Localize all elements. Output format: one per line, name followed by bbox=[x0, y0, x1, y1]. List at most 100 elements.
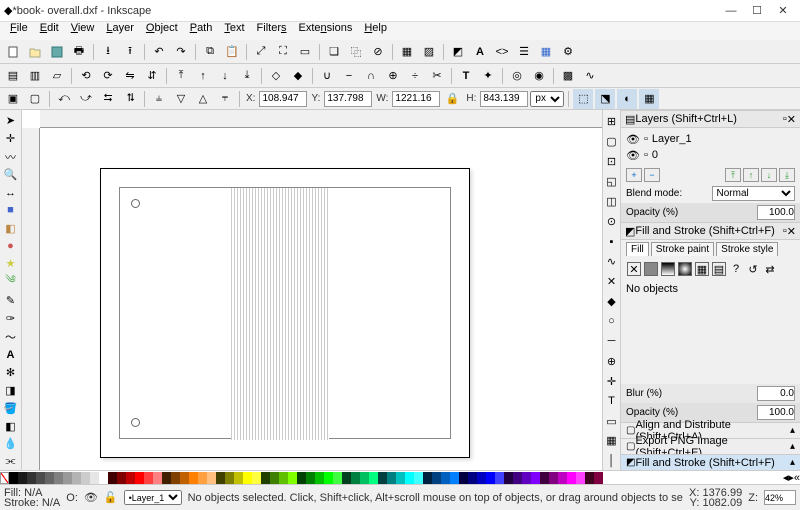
zoom-sel-icon[interactable]: ⤢ bbox=[251, 42, 271, 62]
lower-one-icon[interactable]: ▽ bbox=[171, 89, 191, 109]
layer-row[interactable]: 👁 ▫ 0 bbox=[626, 147, 795, 163]
copy-icon[interactable]: ⧉ bbox=[200, 42, 220, 62]
eye-icon[interactable]: 👁 bbox=[626, 133, 640, 146]
ungroup-icon[interactable]: ▨ bbox=[419, 42, 439, 62]
color-swatch[interactable] bbox=[459, 472, 468, 484]
ruler-horizontal[interactable] bbox=[40, 110, 602, 128]
layer-indicator-icon[interactable]: 👁 bbox=[84, 491, 98, 504]
panel-close-icon[interactable]: ✕ bbox=[787, 225, 796, 238]
menu-help[interactable]: Help bbox=[358, 22, 393, 40]
color-swatch[interactable] bbox=[45, 472, 54, 484]
export-icon[interactable]: ⭱ bbox=[120, 42, 140, 62]
tab-stroke-style[interactable]: Stroke style bbox=[716, 242, 778, 256]
layer-bottom-icon[interactable]: ⤓ bbox=[779, 168, 795, 182]
pattern-icon[interactable]: ▦ bbox=[695, 262, 709, 276]
color-swatch[interactable] bbox=[9, 472, 18, 484]
color-swatch[interactable] bbox=[522, 472, 531, 484]
color-swatch[interactable] bbox=[585, 472, 594, 484]
spray-icon[interactable]: ✦ bbox=[478, 66, 498, 86]
rotate-ccw-icon[interactable]: ⟲ bbox=[76, 66, 96, 86]
units-select[interactable]: px bbox=[530, 91, 564, 107]
color-swatch[interactable] bbox=[432, 472, 441, 484]
color-swatch[interactable] bbox=[135, 472, 144, 484]
selector-tool-icon[interactable]: ➤ bbox=[2, 112, 20, 129]
affect-pattern-icon[interactable]: ▦ bbox=[639, 89, 659, 109]
layer-row[interactable]: 👁 ▫ Layer_1 bbox=[626, 131, 795, 147]
color-swatch[interactable] bbox=[576, 472, 585, 484]
color-swatch[interactable] bbox=[414, 472, 423, 484]
dynamic-offset-icon[interactable]: ◎ bbox=[507, 66, 527, 86]
spiral-tool-icon[interactable]: ༄ bbox=[2, 273, 20, 291]
select-layers-icon[interactable]: ▥ bbox=[25, 66, 45, 86]
toggle-select-icon[interactable]: ▣ bbox=[3, 89, 23, 109]
canvas[interactable] bbox=[22, 110, 602, 470]
radial-grad-icon[interactable] bbox=[678, 262, 692, 276]
division-icon[interactable]: ÷ bbox=[405, 66, 425, 86]
lock-icon[interactable]: ▫ bbox=[644, 149, 648, 161]
color-swatch[interactable] bbox=[27, 472, 36, 484]
blur-input[interactable] bbox=[757, 386, 795, 401]
zoom-input[interactable] bbox=[764, 490, 796, 505]
color-swatch[interactable] bbox=[207, 472, 216, 484]
measure-tool-icon[interactable]: ↔ bbox=[2, 184, 20, 201]
color-swatch[interactable] bbox=[549, 472, 558, 484]
accordion-fillstroke[interactable]: ◩ Fill and Stroke (Shift+Ctrl+F)▴ bbox=[621, 454, 800, 470]
group-icon[interactable]: ▦ bbox=[397, 42, 417, 62]
color-swatch[interactable] bbox=[324, 472, 333, 484]
exclusion-icon[interactable]: ⊕ bbox=[383, 66, 403, 86]
menu-extensions[interactable]: Extensions bbox=[293, 22, 359, 40]
redo-icon[interactable]: ↷ bbox=[171, 42, 191, 62]
color-swatch[interactable] bbox=[567, 472, 576, 484]
color-swatch[interactable] bbox=[468, 472, 477, 484]
color-swatch[interactable] bbox=[63, 472, 72, 484]
snap-cusp-icon[interactable]: ◆ bbox=[603, 292, 621, 310]
zoom-page-icon[interactable]: ▭ bbox=[295, 42, 315, 62]
lower-icon[interactable]: ↓ bbox=[215, 66, 235, 86]
snap-line-mid-icon[interactable]: ─ bbox=[603, 332, 621, 350]
layer-opacity-input[interactable] bbox=[757, 205, 795, 220]
color-swatch[interactable] bbox=[36, 472, 45, 484]
color-swatch[interactable] bbox=[333, 472, 342, 484]
color-swatch[interactable] bbox=[198, 472, 207, 484]
color-swatch[interactable] bbox=[180, 472, 189, 484]
lower-end-icon[interactable]: ⫨ bbox=[149, 89, 169, 109]
linear-grad-icon[interactable] bbox=[661, 262, 675, 276]
color-swatch[interactable] bbox=[108, 472, 117, 484]
minimize-button[interactable]: — bbox=[718, 2, 744, 20]
zoom-draw-icon[interactable]: ⛶ bbox=[273, 42, 293, 62]
raise-top-icon[interactable]: ⤒ bbox=[171, 66, 191, 86]
color-swatch[interactable] bbox=[396, 472, 405, 484]
menu-edit[interactable]: Edit bbox=[34, 22, 65, 40]
menu-file[interactable]: File bbox=[4, 22, 34, 40]
close-button[interactable]: ✕ bbox=[770, 2, 796, 20]
snap-text-icon[interactable]: T bbox=[603, 392, 621, 410]
import-icon[interactable]: ⭳ bbox=[98, 42, 118, 62]
color-swatch[interactable] bbox=[288, 472, 297, 484]
swap-icon[interactable]: ⇄ bbox=[763, 262, 777, 276]
layer-add-icon[interactable]: + bbox=[626, 168, 642, 182]
lower-bottom-icon[interactable]: ⤓ bbox=[237, 66, 257, 86]
unset-icon[interactable]: ↺ bbox=[746, 262, 760, 276]
w-input[interactable] bbox=[392, 91, 440, 107]
color-swatch[interactable] bbox=[423, 472, 432, 484]
rect-tool-icon[interactable]: ■ bbox=[2, 202, 20, 219]
intersection-icon[interactable]: ∩ bbox=[361, 66, 381, 86]
color-swatch[interactable] bbox=[162, 472, 171, 484]
pencil-tool-icon[interactable]: ✎ bbox=[2, 292, 20, 309]
affect-gradient-icon[interactable]: ◐ bbox=[617, 89, 637, 109]
print-icon[interactable]: 🖶 bbox=[69, 42, 89, 62]
color-swatch[interactable] bbox=[540, 472, 549, 484]
color-swatch[interactable] bbox=[387, 472, 396, 484]
color-swatch[interactable] bbox=[495, 472, 504, 484]
toggle-trans-icon[interactable]: ▢ bbox=[25, 89, 45, 109]
color-swatch[interactable] bbox=[171, 472, 180, 484]
tab-fill[interactable]: Fill bbox=[626, 242, 649, 256]
undo-icon[interactable]: ↶ bbox=[149, 42, 169, 62]
snap-enable-icon[interactable]: ⊞ bbox=[603, 113, 621, 131]
y-input[interactable] bbox=[324, 91, 372, 107]
clone-icon[interactable]: ⿻ bbox=[346, 42, 366, 62]
color-swatch[interactable] bbox=[594, 472, 603, 484]
align-icon[interactable]: ☰ bbox=[514, 42, 534, 62]
tab-stroke-paint[interactable]: Stroke paint bbox=[651, 242, 714, 256]
snap-path-icon[interactable]: ∿ bbox=[603, 253, 621, 271]
